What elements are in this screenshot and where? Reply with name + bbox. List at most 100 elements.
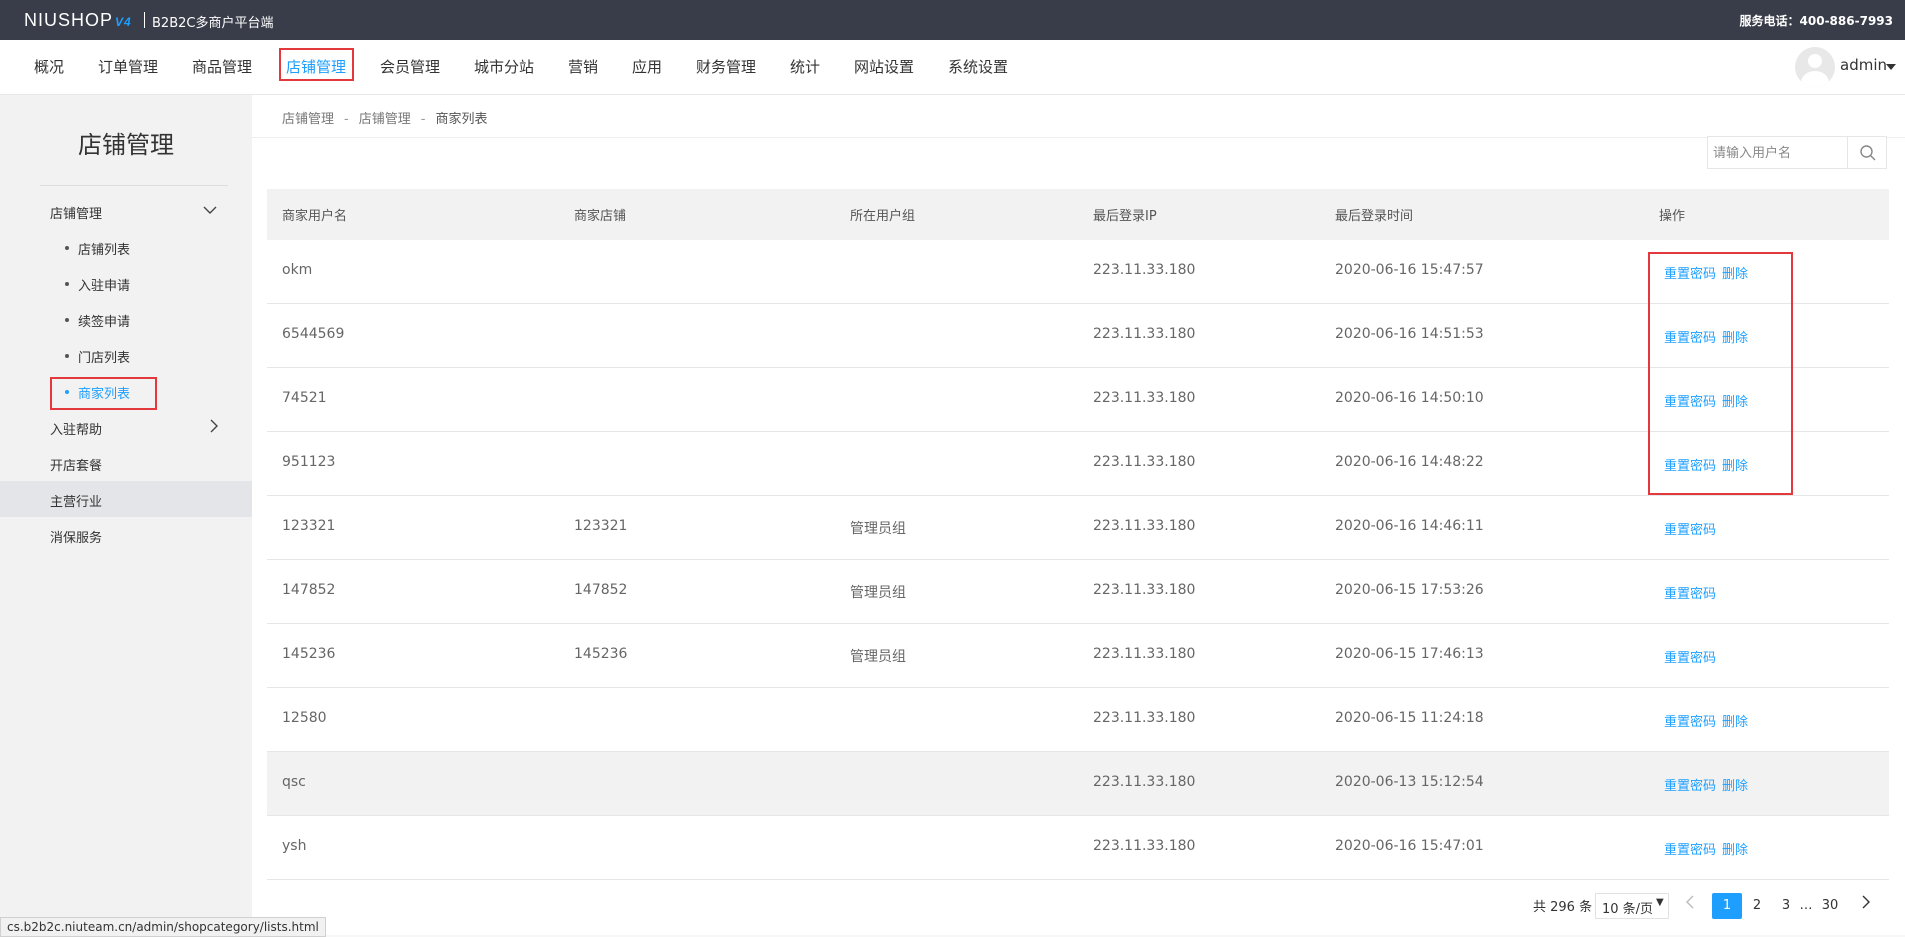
table-row: 12580 223.11.33.180 2020-06-15 11:24:18 重置密…	[267, 688, 1889, 752]
cell-ip: 223.11.33.180	[1093, 646, 1196, 662]
bullet-icon	[65, 246, 69, 250]
table-row: ysh 223.11.33.180 2020-06-16 15:47:01 重置密码删…	[267, 816, 1889, 880]
page-size-select[interactable]: 10 条/页 ▼	[1595, 893, 1669, 919]
nav-item-statistics[interactable]: 统计	[790, 40, 820, 94]
search-input[interactable]	[1711, 139, 1845, 168]
cell-shop: 147852	[574, 582, 628, 598]
cell-ip: 223.11.33.180	[1093, 262, 1196, 278]
cell-username: 147852	[282, 582, 336, 598]
next-page-icon[interactable]	[1861, 894, 1871, 913]
page-2[interactable]: 2	[1751, 893, 1763, 919]
page-ellipsis: …	[1799, 898, 1813, 913]
page-3[interactable]: 3	[1780, 893, 1792, 919]
col-header-shop: 商家店铺	[574, 209, 627, 224]
cell-ip: 223.11.33.180	[1093, 326, 1196, 342]
reset-password-link[interactable]: 重置密码	[1664, 583, 1716, 602]
reset-password-link[interactable]: 重置密码	[1664, 775, 1716, 794]
table-row: 6544569 223.11.33.180 2020-06-16 14:51:53 重…	[267, 304, 1889, 368]
delete-link[interactable]: 删除	[1722, 775, 1748, 794]
delete-link[interactable]: 删除	[1722, 839, 1748, 858]
user-name[interactable]: admin	[1840, 56, 1887, 74]
bullet-icon	[65, 282, 69, 286]
col-header-time: 最后登录时间	[1335, 209, 1414, 224]
cell-shop: 123321	[574, 518, 628, 534]
search-button[interactable]	[1847, 137, 1886, 168]
nav-item-goods[interactable]: 商品管理	[192, 40, 252, 94]
logo[interactable]: NIUSHOP V4	[24, 10, 132, 31]
cell-group: 管理员组	[850, 585, 906, 601]
reset-password-link[interactable]: 重置密码	[1664, 647, 1716, 666]
logo-version: V4	[115, 15, 132, 29]
sidebar-item-join-apply[interactable]: 入驻申请	[78, 275, 130, 294]
cell-username: 123321	[282, 518, 336, 534]
nav-item-system-settings[interactable]: 系统设置	[948, 40, 1008, 94]
cell-login-time: 2020-06-16 14:50:10	[1335, 390, 1484, 406]
cell-username: 145236	[282, 646, 336, 662]
reset-password-link[interactable]: 重置密码	[1664, 711, 1716, 730]
sidebar-title: 店铺管理	[78, 131, 174, 159]
page-size-value: 10 条/页	[1602, 902, 1654, 917]
cell-ip: 223.11.33.180	[1093, 710, 1196, 726]
table-row: 145236 145236 管理员组 223.11.33.180 2020-06-15 …	[267, 624, 1889, 688]
caret-down-icon[interactable]	[1886, 64, 1896, 70]
chevron-down-icon[interactable]	[203, 203, 217, 219]
breadcrumb-current: 商家列表	[435, 112, 488, 127]
sidebar-group-shop-manage[interactable]: 店铺管理	[50, 203, 102, 222]
delete-link[interactable]: 删除	[1722, 711, 1748, 730]
breadcrumb-item[interactable]: 店铺管理	[359, 112, 411, 127]
nav-item-site-settings[interactable]: 网站设置	[854, 40, 914, 94]
cell-group: 管理员组	[850, 649, 906, 665]
user-avatar[interactable]	[1795, 47, 1835, 87]
sidebar-item-main-industry[interactable]: 主营行业	[50, 491, 102, 510]
service-phone: 服务电话：400-886-7993	[1739, 14, 1893, 28]
nav-item-marketing[interactable]: 营销	[568, 40, 598, 94]
table-row: 147852 147852 管理员组 223.11.33.180 2020-06-15 …	[267, 560, 1889, 624]
bullet-icon	[65, 318, 69, 322]
breadcrumb-item[interactable]: 店铺管理	[282, 112, 334, 127]
cell-ip: 223.11.33.180	[1093, 454, 1196, 470]
page-30[interactable]: 30	[1819, 893, 1841, 919]
sidebar-item-renew-apply[interactable]: 续签申请	[78, 311, 130, 330]
table-row: 123321 123321 管理员组 223.11.33.180 2020-06-16 …	[267, 496, 1889, 560]
nav-item-finance[interactable]: 财务管理	[696, 40, 756, 94]
search-icon	[1860, 145, 1876, 161]
logo-text: NIUSHOP	[24, 10, 114, 30]
breadcrumb-divider	[252, 137, 1905, 138]
cell-group: 管理员组	[850, 521, 906, 537]
col-header-username: 商家用户名	[282, 209, 348, 224]
sidebar-selected-bg	[0, 481, 252, 517]
nav-item-overview[interactable]: 概况	[34, 40, 64, 94]
nav-item-members[interactable]: 会员管理	[380, 40, 440, 94]
sidebar-item-join-help[interactable]: 入驻帮助	[50, 419, 102, 438]
sidebar-item-shop-list[interactable]: 店铺列表	[78, 239, 130, 258]
reset-password-link[interactable]: 重置密码	[1664, 519, 1716, 538]
actions-highlight	[1648, 252, 1793, 495]
cell-login-time: 2020-06-15 11:24:18	[1335, 710, 1484, 726]
reset-password-link[interactable]: 重置密码	[1664, 839, 1716, 858]
chevron-right-icon[interactable]	[209, 419, 219, 437]
platform-subtitle: B2B2C多商户平台端	[152, 16, 274, 31]
nav-item-city-station[interactable]: 城市分站	[474, 40, 534, 94]
cell-ip: 223.11.33.180	[1093, 582, 1196, 598]
nav-item-orders[interactable]: 订单管理	[98, 40, 158, 94]
cell-username: 6544569	[282, 326, 345, 342]
sidebar-item-store-list[interactable]: 门店列表	[78, 347, 130, 366]
browser-status-url: cs.b2b2c.niuteam.cn/admin/shopcategory/l…	[0, 917, 326, 937]
cell-username: qsc	[282, 774, 306, 790]
nav-item-apps[interactable]: 应用	[632, 40, 662, 94]
active-nav-highlight	[279, 48, 354, 81]
table-row: okm 223.11.33.180 2020-06-16 15:47:57 重置密码删…	[267, 240, 1889, 304]
sidebar-item-store-packages[interactable]: 开店套餐	[50, 455, 102, 474]
cell-ip: 223.11.33.180	[1093, 518, 1196, 534]
cell-username: 12580	[282, 710, 327, 726]
sidebar-item-guarantee-service[interactable]: 消保服务	[50, 527, 102, 546]
cell-login-time: 2020-06-13 15:12:54	[1335, 774, 1484, 790]
cell-login-time: 2020-06-16 15:47:01	[1335, 838, 1484, 854]
cell-username: okm	[282, 262, 313, 278]
prev-page-icon[interactable]	[1685, 894, 1695, 913]
bullet-icon	[65, 354, 69, 358]
table-row: qsc 223.11.33.180 2020-06-13 15:12:54 重置密码删…	[267, 752, 1889, 816]
col-header-ip: 最后登录IP	[1093, 209, 1157, 224]
page-1[interactable]: 1	[1712, 893, 1742, 919]
col-header-group: 所在用户组	[850, 209, 916, 224]
